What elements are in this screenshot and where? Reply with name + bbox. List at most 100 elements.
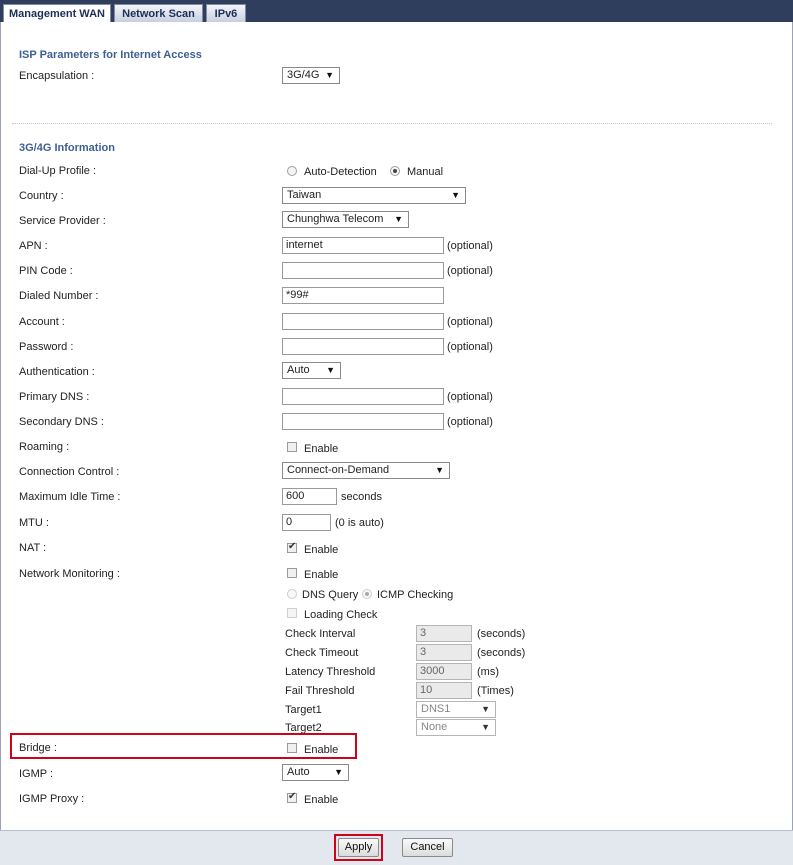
bridge-checkbox[interactable] bbox=[287, 743, 297, 753]
connection-control-select[interactable]: Connect-on-Demand ▼ bbox=[282, 462, 450, 479]
dropdown-arrow-icon: ▼ bbox=[435, 465, 444, 475]
apn-label: APN : bbox=[19, 240, 48, 252]
apn-input[interactable]: internet bbox=[282, 237, 444, 254]
network-monitoring-label: Network Monitoring : bbox=[19, 568, 120, 580]
secondary-dns-optional: (optional) bbox=[447, 416, 493, 428]
dialup-manual-radio[interactable] bbox=[390, 166, 400, 176]
dns-query-label: DNS Query bbox=[302, 589, 359, 601]
dropdown-arrow-icon: ▼ bbox=[334, 767, 343, 777]
igmp-value: Auto bbox=[287, 766, 310, 778]
encapsulation-value: 3G/4G bbox=[287, 69, 320, 81]
dialup-profile-label: Dial-Up Profile : bbox=[19, 165, 97, 177]
tab-management-wan[interactable]: Management WAN bbox=[3, 4, 111, 23]
dropdown-arrow-icon: ▼ bbox=[325, 70, 334, 80]
dialup-auto-label: Auto-Detection bbox=[304, 166, 377, 178]
pin-code-label: PIN Code : bbox=[19, 265, 73, 277]
nat-label: NAT : bbox=[19, 542, 47, 554]
isp-section-title: ISP Parameters for Internet Access bbox=[19, 49, 202, 61]
nat-checkbox[interactable] bbox=[287, 541, 297, 553]
tab-ipv6[interactable]: IPv6 bbox=[206, 4, 246, 22]
bridge-enable-label: Enable bbox=[304, 744, 339, 756]
max-idle-time-unit: seconds bbox=[341, 491, 382, 503]
roaming-enable-label: Enable bbox=[304, 443, 339, 455]
igmp-select[interactable]: Auto ▼ bbox=[282, 764, 349, 781]
dropdown-arrow-icon: ▼ bbox=[481, 722, 490, 732]
dropdown-arrow-icon: ▼ bbox=[451, 190, 460, 200]
cancel-button[interactable]: Cancel bbox=[402, 838, 453, 857]
encapsulation-select[interactable]: 3G/4G ▼ bbox=[282, 67, 340, 84]
section-divider bbox=[12, 123, 772, 124]
check-interval-unit: (seconds) bbox=[477, 628, 526, 640]
igmp-proxy-checkbox[interactable] bbox=[287, 791, 297, 803]
check-interval-input[interactable]: 3 bbox=[416, 625, 472, 642]
password-label: Password : bbox=[19, 341, 74, 353]
latency-threshold-input[interactable]: 3000 bbox=[416, 663, 472, 680]
connection-control-label: Connection Control : bbox=[19, 466, 120, 478]
dropdown-arrow-icon: ▼ bbox=[394, 214, 403, 224]
apn-optional: (optional) bbox=[447, 240, 493, 252]
authentication-label: Authentication : bbox=[19, 366, 95, 378]
latency-threshold-label: Latency Threshold bbox=[285, 666, 376, 678]
dropdown-arrow-icon: ▼ bbox=[326, 365, 335, 375]
country-label: Country : bbox=[19, 190, 64, 202]
fail-threshold-input[interactable]: 10 bbox=[416, 682, 472, 699]
roaming-label: Roaming : bbox=[19, 441, 70, 453]
target1-select[interactable]: DNS1 ▼ bbox=[416, 701, 496, 718]
password-optional: (optional) bbox=[447, 341, 493, 353]
igmp-proxy-enable-label: Enable bbox=[304, 794, 339, 806]
target1-value: DNS1 bbox=[421, 703, 451, 715]
primary-dns-input[interactable] bbox=[282, 388, 444, 405]
dialup-manual-label: Manual bbox=[407, 166, 444, 178]
target1-label: Target1 bbox=[285, 704, 322, 716]
apply-button[interactable]: Apply bbox=[338, 838, 379, 857]
encapsulation-label: Encapsulation : bbox=[19, 70, 95, 82]
network-monitoring-enable-label: Enable bbox=[304, 569, 339, 581]
password-input[interactable] bbox=[282, 338, 444, 355]
mtu-input[interactable]: 0 bbox=[282, 514, 331, 531]
loading-check-checkbox[interactable] bbox=[287, 608, 297, 618]
bridge-label: Bridge : bbox=[19, 742, 57, 754]
check-timeout-input[interactable]: 3 bbox=[416, 644, 472, 661]
max-idle-time-input[interactable]: 600 bbox=[282, 488, 337, 505]
account-label: Account : bbox=[19, 316, 65, 328]
latency-threshold-unit: (ms) bbox=[477, 666, 499, 678]
check-timeout-label: Check Timeout bbox=[285, 647, 359, 659]
account-optional: (optional) bbox=[447, 316, 493, 328]
icmp-checking-radio[interactable] bbox=[362, 589, 372, 599]
roaming-checkbox[interactable] bbox=[287, 442, 297, 452]
service-provider-value: Chunghwa Telecom bbox=[287, 213, 384, 225]
target2-value: None bbox=[421, 721, 448, 733]
mtu-hint: (0 is auto) bbox=[335, 517, 384, 529]
authentication-value: Auto bbox=[287, 364, 310, 376]
pin-optional: (optional) bbox=[447, 265, 493, 277]
target2-select[interactable]: None ▼ bbox=[416, 719, 496, 736]
info-section-title: 3G/4G Information bbox=[19, 142, 115, 154]
service-provider-label: Service Provider : bbox=[19, 215, 106, 227]
dns-query-radio[interactable] bbox=[287, 589, 297, 599]
dialed-number-input[interactable]: *99# bbox=[282, 287, 444, 304]
check-interval-label: Check Interval bbox=[285, 628, 356, 640]
country-value: Taiwan bbox=[287, 189, 322, 201]
tab-network-scan[interactable]: Network Scan bbox=[114, 4, 203, 22]
pin-code-input[interactable] bbox=[282, 262, 444, 279]
service-provider-select[interactable]: Chunghwa Telecom ▼ bbox=[282, 211, 409, 228]
account-input[interactable] bbox=[282, 313, 444, 330]
authentication-select[interactable]: Auto ▼ bbox=[282, 362, 341, 379]
country-select[interactable]: Taiwan ▼ bbox=[282, 187, 466, 204]
dialup-auto-radio[interactable] bbox=[287, 166, 297, 176]
dialed-number-label: Dialed Number : bbox=[19, 290, 99, 302]
fail-threshold-unit: (Times) bbox=[477, 685, 514, 697]
network-monitoring-checkbox[interactable] bbox=[287, 568, 297, 578]
loading-check-label: Loading Check bbox=[304, 609, 378, 621]
connection-control-value: Connect-on-Demand bbox=[287, 464, 390, 476]
footer-bar bbox=[0, 830, 793, 865]
max-idle-time-label: Maximum Idle Time : bbox=[19, 491, 121, 503]
primary-dns-optional: (optional) bbox=[447, 391, 493, 403]
igmp-label: IGMP : bbox=[19, 768, 54, 780]
primary-dns-label: Primary DNS : bbox=[19, 391, 90, 403]
igmp-proxy-label: IGMP Proxy : bbox=[19, 793, 85, 805]
dropdown-arrow-icon: ▼ bbox=[481, 704, 490, 714]
secondary-dns-input[interactable] bbox=[282, 413, 444, 430]
icmp-checking-label: ICMP Checking bbox=[377, 589, 454, 601]
nat-enable-label: Enable bbox=[304, 544, 339, 556]
